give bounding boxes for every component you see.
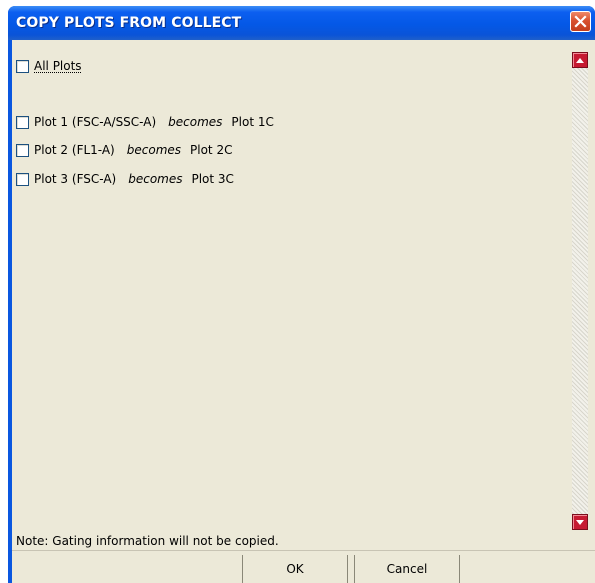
gating-note: Note: Gating information will not be cop… bbox=[16, 534, 279, 548]
plot-1-connector: becomes bbox=[168, 115, 223, 129]
arrow-up-icon bbox=[576, 57, 584, 63]
arrow-down-icon bbox=[576, 519, 584, 525]
dialog-title: COPY PLOTS FROM COLLECT bbox=[16, 15, 242, 31]
plot-list: All Plots Plot 1 (FSC-A/SSC-A) becomes P… bbox=[12, 40, 588, 530]
dialog-body: All Plots Plot 1 (FSC-A/SSC-A) becomes P… bbox=[12, 40, 595, 583]
all-plots-checkbox[interactable] bbox=[16, 59, 29, 73]
plot-2-checkbox[interactable] bbox=[16, 143, 29, 157]
plot-2-target: Plot 2C bbox=[190, 143, 233, 157]
plot-1-target: Plot 1C bbox=[231, 115, 274, 129]
dialog-window: COPY PLOTS FROM COLLECT All Plots Plot 1… bbox=[8, 6, 595, 583]
scroll-up-button[interactable] bbox=[572, 52, 588, 68]
plot-3-source: Plot 3 (FSC-A) bbox=[34, 172, 117, 186]
cancel-button[interactable]: Cancel bbox=[354, 555, 460, 583]
plot-3-checkbox[interactable] bbox=[16, 172, 29, 186]
plot-3-connector: becomes bbox=[128, 172, 183, 186]
title-bar[interactable]: COPY PLOTS FROM COLLECT bbox=[8, 6, 595, 40]
plot-3-target: Plot 3C bbox=[191, 172, 234, 186]
plot-1-checkbox[interactable] bbox=[16, 115, 29, 129]
vertical-scrollbar[interactable] bbox=[572, 52, 588, 530]
close-icon bbox=[574, 15, 587, 28]
plot-2-source: Plot 2 (FL1-A) bbox=[34, 143, 115, 157]
plot-row-2[interactable]: Plot 2 (FL1-A) becomes Plot 2C bbox=[16, 142, 232, 158]
plot-2-connector: becomes bbox=[126, 143, 182, 157]
all-plots-row[interactable]: All Plots bbox=[16, 58, 82, 74]
all-plots-label[interactable]: All Plots bbox=[34, 59, 82, 73]
plot-1-source: Plot 1 (FSC-A/SSC-A) bbox=[34, 115, 157, 129]
plot-row-3[interactable]: Plot 3 (FSC-A) becomes Plot 3C bbox=[16, 171, 234, 187]
close-button[interactable] bbox=[570, 11, 591, 32]
scroll-down-button[interactable] bbox=[572, 514, 588, 530]
ok-button[interactable]: OK bbox=[242, 555, 348, 583]
footer-divider bbox=[12, 550, 595, 551]
plot-row-1[interactable]: Plot 1 (FSC-A/SSC-A) becomes Plot 1C bbox=[16, 114, 274, 130]
